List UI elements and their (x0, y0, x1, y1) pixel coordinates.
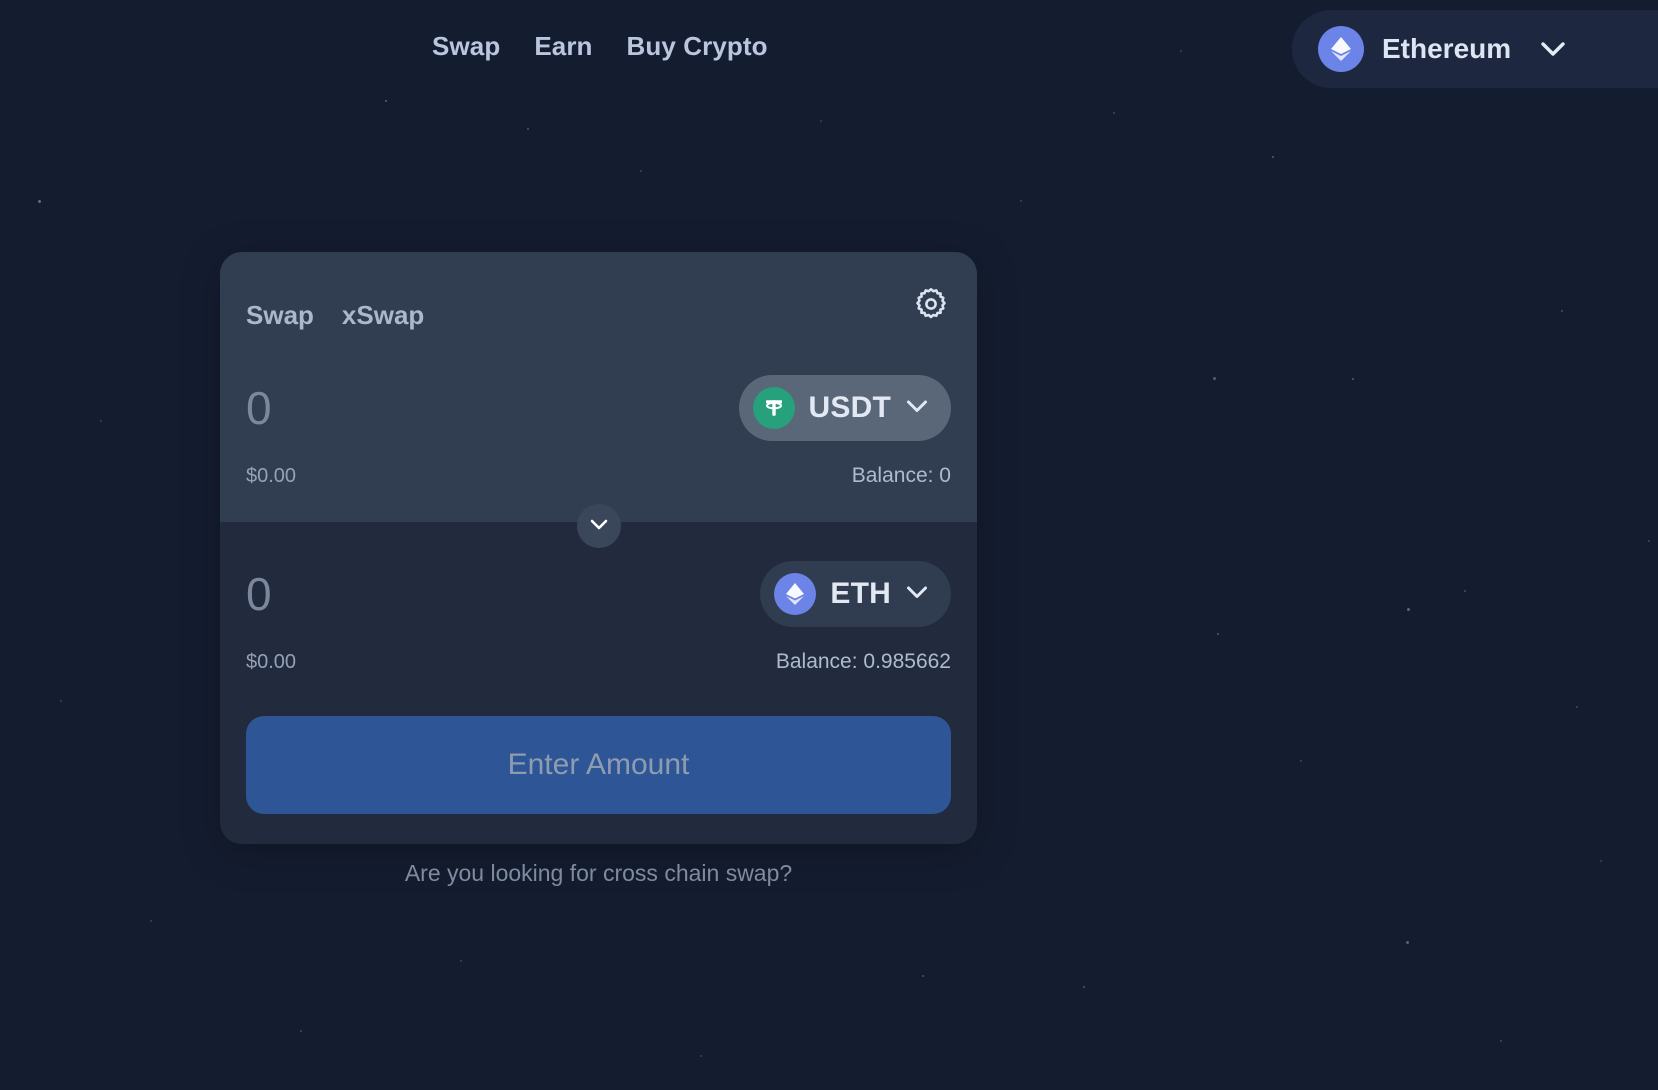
from-balance: Balance: 0 (851, 464, 951, 487)
chevron-down-icon (905, 398, 929, 419)
cross-chain-prompt[interactable]: Are you looking for cross chain swap? (220, 860, 977, 887)
to-token-selector[interactable]: ETH (760, 561, 951, 627)
gear-icon[interactable] (911, 284, 951, 324)
swap-from-row: USDT $0.00 Balance: 0 (220, 348, 977, 522)
main-navigation: Swap Earn Buy Crypto (432, 31, 768, 62)
swap-card: Swap xSwap 0 USDT $0.00 Balance: 0 0 ETH… (220, 252, 977, 844)
from-usd-value: $0.00 (246, 464, 297, 487)
to-amount-input[interactable] (246, 567, 626, 621)
swap-to-row: ETH $0.00 Balance: 0.985662 (220, 522, 977, 700)
to-balance: Balance: 0.985662 (775, 650, 951, 673)
ethereum-icon (774, 573, 817, 615)
swap-card-header-section: Swap xSwap 0 USDT $0.00 Balance: 0 (220, 252, 977, 522)
cta-container: Enter Amount (220, 700, 977, 844)
to-token-symbol: ETH (830, 577, 891, 610)
top-bar: Swap Earn Buy Crypto Ethereum (0, 0, 1658, 100)
swap-to-sub: $0.00 Balance: 0.985662 (246, 650, 951, 674)
nav-item-earn[interactable]: Earn (534, 31, 592, 62)
from-token-symbol: USDT (808, 391, 891, 424)
swap-from-sub: $0.00 Balance: 0 (246, 464, 951, 488)
chevron-down-icon (589, 517, 609, 536)
ethereum-icon (1318, 26, 1364, 72)
to-usd-value: $0.00 (246, 650, 297, 673)
chain-selector[interactable]: Ethereum (1292, 10, 1658, 88)
tab-xswap[interactable]: xSwap (342, 300, 424, 331)
from-amount-input[interactable] (246, 381, 626, 435)
swap-from-main: USDT (246, 370, 951, 446)
nav-item-swap[interactable]: Swap (432, 31, 500, 62)
from-token-selector[interactable]: USDT (738, 375, 951, 441)
chain-selector-label: Ethereum (1382, 33, 1512, 64)
tab-swap[interactable]: Swap (246, 300, 314, 331)
swap-direction-button[interactable] (576, 504, 621, 548)
chevron-down-icon (1539, 40, 1567, 58)
chevron-down-icon (905, 584, 929, 605)
nav-item-buy-crypto[interactable]: Buy Crypto (627, 31, 768, 62)
swap-to-main: ETH (246, 556, 951, 632)
card-tab-bar: Swap xSwap (220, 252, 977, 348)
tether-icon (752, 387, 795, 429)
enter-amount-button[interactable]: Enter Amount (246, 716, 951, 814)
